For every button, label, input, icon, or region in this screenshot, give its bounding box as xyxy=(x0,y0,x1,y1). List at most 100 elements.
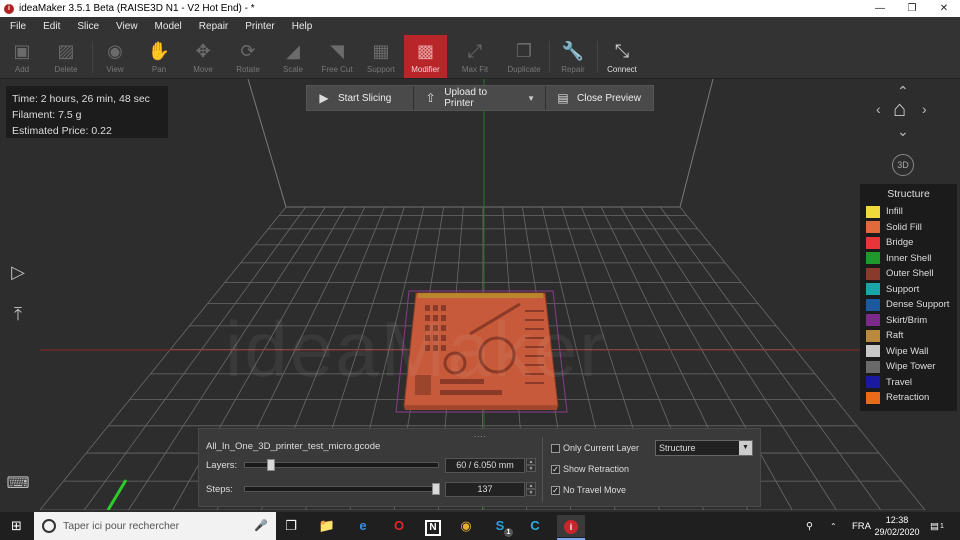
only-current-layer-checkbox[interactable]: Only Current Layer xyxy=(551,443,639,453)
no-travel-move-checkbox[interactable]: ✓ No Travel Move xyxy=(551,485,626,495)
main-toolbar: ▣ Add ▨ Delete ◉ View ✋ Pan ✥ Move ⟳ Rot… xyxy=(0,35,960,79)
pan-button[interactable]: ✋ Pan xyxy=(143,35,175,78)
layers-slider[interactable] xyxy=(244,459,439,471)
move-arrows-icon: ✥ xyxy=(195,41,211,61)
keyboard-icon[interactable]: ⌨ xyxy=(6,472,30,496)
ideamaker-logo-icon: i xyxy=(4,3,14,14)
show-hidden-icons-icon[interactable]: ⌃ xyxy=(830,512,837,540)
chevron-down-icon[interactable]: ▼ xyxy=(739,441,752,455)
file-explorer-icon[interactable]: 📁 xyxy=(316,515,338,537)
taskbar-search-box[interactable]: Taper ici pour rechercher 🎤 xyxy=(34,512,276,540)
legend-swatch xyxy=(866,298,880,311)
microphone-icon[interactable]: 🎤 xyxy=(254,519,268,532)
upload-export-icon[interactable]: ⤒ xyxy=(6,302,30,326)
print-info-panel: Time: 2 hours, 26 min, 48 sec Filament: … xyxy=(6,86,168,138)
ideamaker-taskbar-icon[interactable]: i xyxy=(557,515,585,540)
skype-icon[interactable]: S1 xyxy=(489,515,513,537)
steps-slider[interactable] xyxy=(244,483,440,495)
legend-label: Support xyxy=(886,283,920,295)
legend-swatch xyxy=(866,205,880,218)
nav-down-arrow-icon[interactable]: ⌄ xyxy=(897,124,909,138)
window-title: ideaMaker 3.5.1 Beta (RAISE3D N1 - V2 Ho… xyxy=(19,3,255,14)
stepper-up-icon[interactable]: ▲ xyxy=(526,482,536,489)
view-mode-select[interactable]: Structure ▼ xyxy=(655,440,753,456)
connect-button[interactable]: ⤡ Connect xyxy=(603,35,641,78)
delete-button[interactable]: ▨ Delete xyxy=(48,35,84,78)
upload-to-printer-button[interactable]: ⇧ Upload to Printer ▼ xyxy=(414,86,546,110)
3d-view-toggle[interactable]: 3D xyxy=(892,154,914,176)
duplicate-button[interactable]: ❐ Duplicate xyxy=(505,35,543,78)
chrome-icon[interactable]: ◉ xyxy=(455,515,477,537)
input-language[interactable]: FRA xyxy=(852,512,871,540)
legend-swatch xyxy=(866,283,880,296)
toolbar-separator xyxy=(597,41,598,73)
windows-start-icon[interactable]: ⊞ xyxy=(0,512,33,540)
legend-item: Bridge xyxy=(866,235,951,251)
legend-label: Solid Fill xyxy=(886,221,922,233)
add-button[interactable]: ▣ Add xyxy=(6,35,38,78)
layers-value-field[interactable]: 60 / 6.050 mm xyxy=(445,458,525,473)
repair-wrench-icon: 🔧 xyxy=(561,41,585,61)
checkmark-icon[interactable]: ✓ xyxy=(551,464,560,474)
max-fit-button[interactable]: ⤢ Max Fit xyxy=(458,35,492,78)
menu-help[interactable]: Help xyxy=(286,21,319,32)
legend-item: Wipe Tower xyxy=(866,359,951,375)
modifier-button[interactable]: ▩ Modifier xyxy=(404,35,447,78)
nav-right-arrow-icon[interactable]: › xyxy=(922,102,927,116)
steps-slider-thumb[interactable] xyxy=(432,483,440,495)
nav-left-arrow-icon[interactable]: ‹ xyxy=(876,102,881,116)
repair-button[interactable]: 🔧 Repair xyxy=(556,35,590,78)
view-button[interactable]: ◉ View xyxy=(99,35,131,78)
close-icon[interactable]: ✕ xyxy=(928,0,960,17)
scale-button[interactable]: ◢ Scale xyxy=(277,35,309,78)
stepper-down-icon[interactable]: ▼ xyxy=(526,489,536,496)
menu-file[interactable]: File xyxy=(4,21,32,32)
legend-swatch xyxy=(866,360,880,373)
steps-stepper[interactable]: ▲ ▼ xyxy=(526,482,536,497)
close-preview-button[interactable]: ▤ Close Preview xyxy=(546,86,653,110)
menu-view[interactable]: View xyxy=(110,21,144,32)
menu-repair[interactable]: Repair xyxy=(193,21,234,32)
menu-edit[interactable]: Edit xyxy=(37,21,66,32)
restore-icon[interactable]: ❐ xyxy=(896,0,928,17)
legend-label: Skirt/Brim xyxy=(886,314,928,326)
3d-viewport[interactable]: ideaMaker Time: 2 hours, 26 min, 48 sec … xyxy=(0,79,960,510)
legend-label: Dense Support xyxy=(886,299,950,311)
free-cut-button[interactable]: ◥ Free Cut xyxy=(318,35,356,78)
steps-value-field[interactable]: 137 xyxy=(445,482,525,497)
menu-slice[interactable]: Slice xyxy=(71,21,105,32)
layers-stepper[interactable]: ▲ ▼ xyxy=(526,458,536,473)
support-button[interactable]: ▦ Support xyxy=(364,35,398,78)
legend-item: Wipe Wall xyxy=(866,344,951,360)
checkmark-icon[interactable]: ✓ xyxy=(551,485,560,495)
start-slicing-button[interactable]: ▶ Start Slicing xyxy=(307,86,414,110)
edge-icon[interactable]: e xyxy=(352,515,374,537)
delete-cube-icon: ▨ xyxy=(57,41,75,61)
taskbar-clock[interactable]: 12:38 29/02/2020 xyxy=(872,514,922,538)
stepper-down-icon[interactable]: ▼ xyxy=(526,465,536,472)
opera-icon[interactable]: O xyxy=(388,515,410,537)
app-n-icon[interactable]: N xyxy=(422,515,444,537)
minimize-icon[interactable]: — xyxy=(864,0,896,17)
checkbox-box[interactable] xyxy=(551,443,560,453)
menu-model[interactable]: Model xyxy=(149,21,188,32)
stepper-up-icon[interactable]: ▲ xyxy=(526,458,536,465)
chevron-down-icon[interactable]: ▼ xyxy=(527,94,535,103)
upload-icon: ⇧ xyxy=(425,91,436,105)
rotate-button[interactable]: ⟳ Rotate xyxy=(231,35,265,78)
ccleaner-icon[interactable]: C xyxy=(524,515,546,537)
panel-drag-handle[interactable]: .... xyxy=(474,430,487,439)
skype-badge: 1 xyxy=(504,528,513,537)
toolbar-separator xyxy=(549,41,550,73)
legend-item: Support xyxy=(866,282,951,298)
move-button[interactable]: ✥ Move xyxy=(187,35,219,78)
connect-icon: ⤡ xyxy=(614,41,630,61)
layers-slider-thumb[interactable] xyxy=(267,459,276,471)
play-preview-icon[interactable]: ▷ xyxy=(6,260,30,284)
show-retraction-checkbox[interactable]: ✓ Show Retraction xyxy=(551,464,629,474)
people-icon[interactable]: ⚲ xyxy=(806,512,813,540)
menu-printer[interactable]: Printer xyxy=(239,21,280,32)
notifications-icon[interactable]: ▤ 1 xyxy=(930,512,944,540)
home-view-icon[interactable]: ⌂ xyxy=(893,98,906,120)
task-view-icon[interactable]: ❐ xyxy=(280,515,302,537)
